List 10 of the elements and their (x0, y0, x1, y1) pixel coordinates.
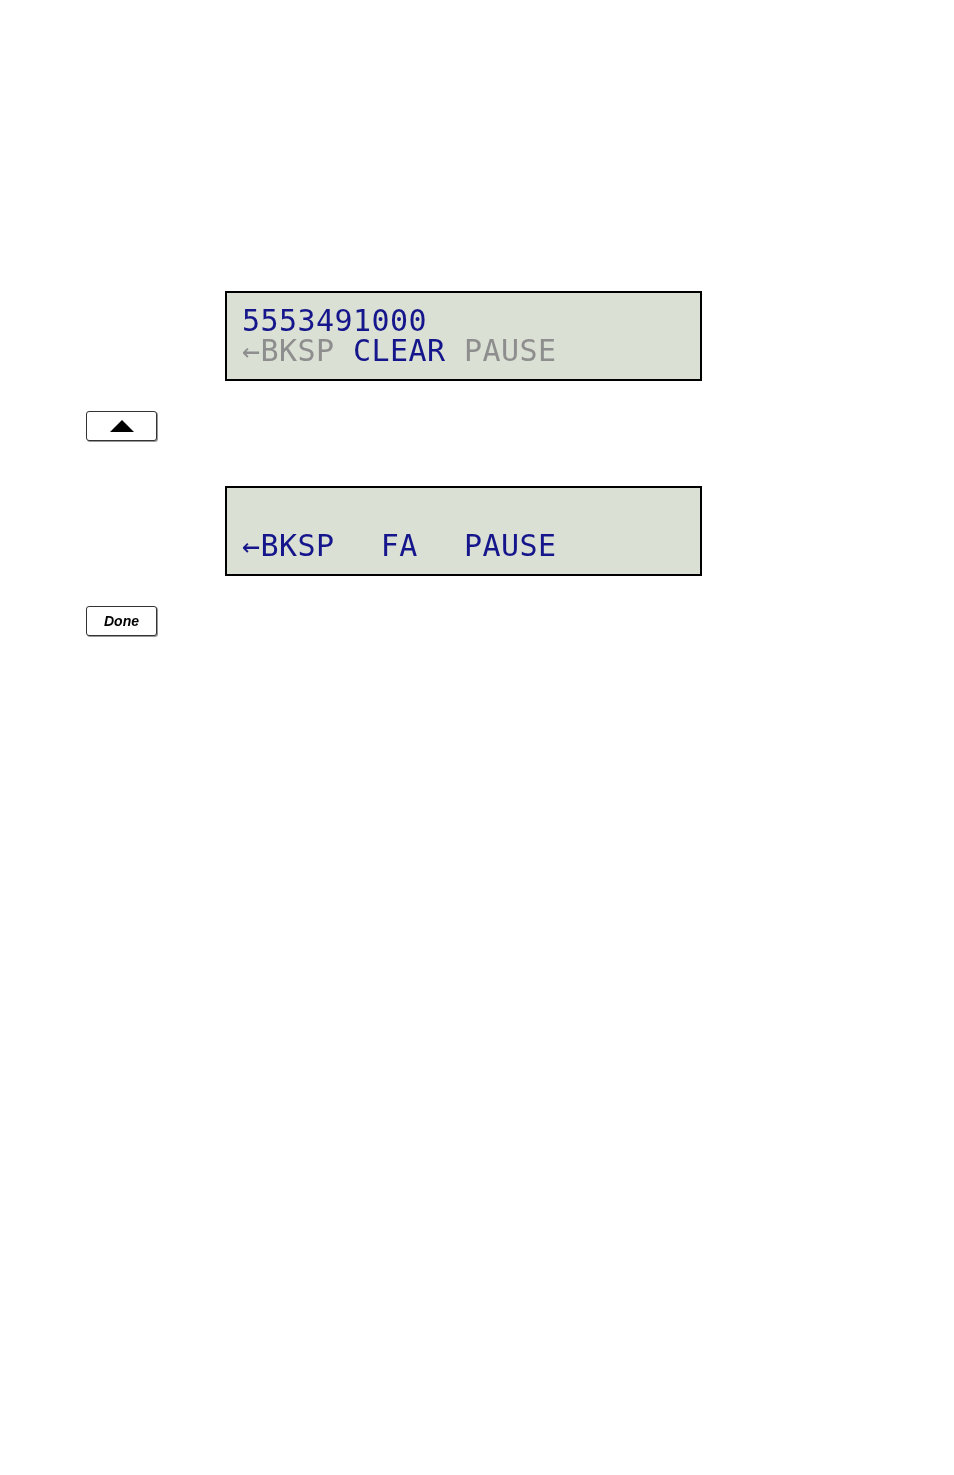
softkey-label: FA (379, 531, 419, 561)
softkey-label: CLEAR (353, 336, 446, 366)
softkey-label: PAUSE (464, 531, 557, 561)
softkey-label: ←BKSP (242, 531, 335, 561)
softkey-label: PAUSE (464, 336, 557, 366)
up-triangle-icon (109, 420, 134, 432)
done-button[interactable]: Done (86, 606, 157, 636)
softkey-label: ←BKSP (242, 336, 335, 366)
dialed-number: 5553491000 (242, 306, 428, 336)
scroll-up-button[interactable] (86, 411, 157, 441)
